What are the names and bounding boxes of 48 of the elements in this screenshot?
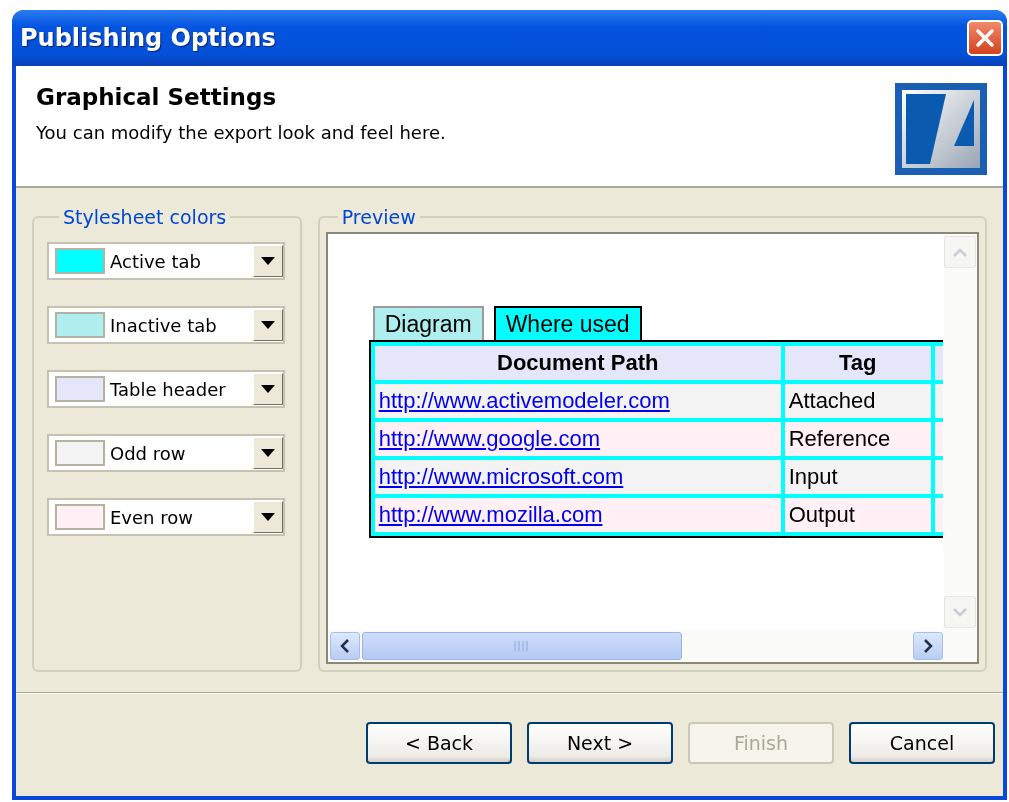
chevron-right-icon [923, 639, 933, 653]
dropdown-button[interactable] [253, 437, 283, 469]
caret-icon [261, 449, 275, 457]
close-icon [974, 27, 996, 49]
chevron-up-icon [953, 247, 967, 257]
dropdown-button[interactable] [253, 309, 283, 341]
caret-icon [261, 321, 275, 329]
color-label: Table header [110, 378, 227, 400]
tab[interactable]: Diagram [372, 306, 484, 340]
close-button[interactable] [967, 20, 1003, 56]
color-dropdown[interactable]: Inactive tab [47, 306, 285, 344]
window-title: Publishing Options [20, 24, 276, 52]
table-cell: Input [784, 460, 931, 494]
grip-icon [513, 641, 530, 651]
color-dropdown[interactable]: Even row [47, 498, 285, 536]
color-dropdown[interactable]: Odd row [47, 434, 285, 472]
group-label: Preview [340, 206, 417, 228]
color-dropdown[interactable]: Table header [47, 370, 285, 408]
column-header: Tag [784, 346, 931, 380]
logo-icon [894, 82, 988, 176]
wizard-button[interactable]: Cancel [849, 722, 995, 764]
horizontal-scrollbar[interactable] [327, 630, 977, 662]
color-dropdown[interactable]: Active tab [47, 242, 285, 280]
caret-icon [261, 513, 275, 521]
page-description: You can modify the export look and feel here. [36, 122, 446, 143]
dropdown-button[interactable] [253, 501, 283, 533]
tab[interactable]: Where used [493, 306, 642, 340]
color-label: Active tab [110, 250, 202, 272]
wizard-button[interactable]: Next > [527, 722, 673, 764]
scroll-left-button[interactable] [329, 632, 360, 660]
page-heading: Graphical Settings [36, 84, 278, 110]
wizard-button[interactable]: < Back [366, 722, 512, 764]
color-label: Odd row [110, 442, 187, 464]
dropdown-button[interactable] [253, 373, 283, 405]
scroll-right-button[interactable] [913, 632, 943, 660]
chevron-down-icon [953, 607, 967, 617]
caret-icon [261, 385, 275, 393]
table-cell: Output [784, 498, 931, 532]
dropdown-button[interactable] [253, 245, 283, 277]
color-label: Even row [110, 506, 194, 528]
scroll-thumb[interactable] [361, 632, 682, 660]
color-label: Inactive tab [110, 314, 218, 336]
column-header: Document Path [374, 346, 781, 380]
table-cell: Reference [784, 422, 931, 456]
group-label: Stylesheet colors [62, 206, 228, 228]
table-cell: Attached [784, 384, 931, 418]
chevron-left-icon [340, 639, 350, 653]
caret-icon [261, 257, 275, 265]
